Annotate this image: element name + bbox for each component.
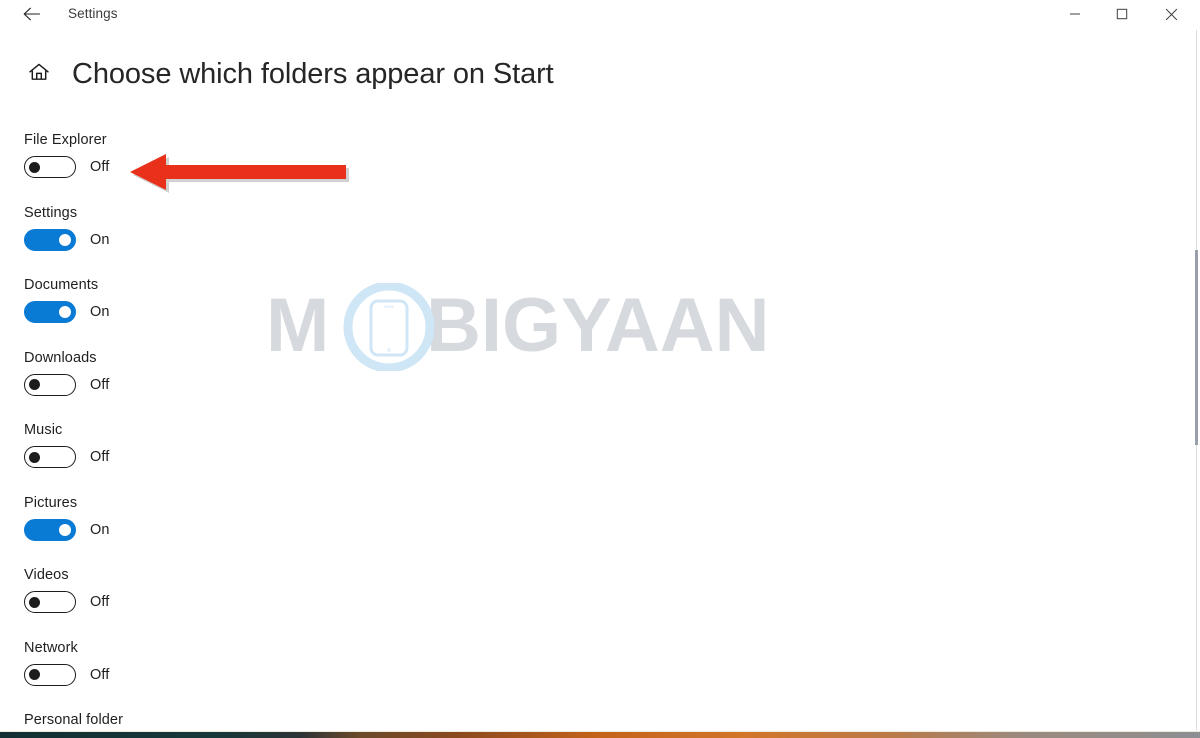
setting-row-music: Music Off (0, 408, 600, 481)
setting-label: Network (24, 639, 78, 656)
toggle-wrap: Off (24, 663, 110, 686)
setting-row-file-explorer: File Explorer Off (0, 118, 600, 191)
toggle-pictures[interactable] (24, 518, 76, 541)
toggle-wrap: Off (24, 446, 109, 468)
setting-label: Documents (24, 277, 99, 293)
page-header: Choose which folders appear on Start (0, 48, 1200, 100)
toggle-wrap: Off (24, 373, 110, 396)
settings-window: Settings Choose which folders appear on … (0, 0, 1200, 738)
toggle-network[interactable] (24, 663, 76, 686)
toggle-state-label: On (90, 521, 110, 538)
toggle-state-label: On (90, 231, 110, 248)
toggle-knob (59, 306, 71, 318)
toggle-documents[interactable] (24, 301, 76, 323)
toggle-file-explorer[interactable] (24, 156, 76, 178)
toggle-state-label: Off (90, 159, 110, 175)
close-button[interactable] (1148, 0, 1194, 28)
vertical-scrollbar-thumb[interactable] (1195, 250, 1198, 445)
setting-label: Pictures (24, 494, 78, 511)
setting-label: Music (24, 422, 63, 438)
window-title: Settings (68, 6, 118, 21)
minimize-button[interactable] (1052, 0, 1098, 28)
toggle-knob (29, 451, 40, 463)
setting-row-downloads: Downloads Off (0, 336, 600, 409)
toggle-knob (29, 669, 40, 680)
setting-row-documents: Documents On (0, 263, 600, 336)
toggle-knob (29, 379, 40, 390)
back-arrow-icon (22, 6, 42, 22)
toggle-knob (59, 523, 71, 536)
toggle-downloads[interactable] (24, 373, 76, 396)
toggle-state-label: Off (90, 376, 110, 393)
toggle-settings[interactable] (24, 228, 76, 251)
setting-label: Settings (24, 204, 78, 221)
toggle-wrap: On (24, 518, 110, 541)
title-bar: Settings (0, 0, 1200, 28)
setting-label: Personal folder (24, 712, 124, 728)
home-button[interactable] (24, 57, 54, 87)
setting-row-pictures: Pictures On (0, 481, 600, 554)
setting-label: Videos (24, 567, 69, 583)
back-button[interactable] (12, 0, 52, 28)
maximize-icon (1116, 8, 1128, 20)
toggle-state-label: Off (90, 666, 110, 683)
toggle-wrap: On (24, 301, 110, 323)
setting-label: File Explorer (24, 132, 107, 148)
setting-row-settings: Settings On (0, 191, 600, 264)
setting-row-network: Network Off (0, 626, 600, 699)
toggle-wrap: Off (24, 156, 109, 178)
settings-list: File Explorer Off Settings On Documents (0, 118, 600, 738)
home-icon (28, 62, 50, 82)
toggle-knob (59, 233, 71, 246)
toggle-knob (29, 596, 40, 608)
toggle-videos[interactable] (24, 591, 76, 613)
toggle-wrap: On (24, 228, 110, 251)
toggle-state-label: Off (90, 594, 110, 610)
desktop-wallpaper-strip (0, 732, 1200, 738)
maximize-button[interactable] (1099, 0, 1145, 28)
toggle-state-label: On (90, 304, 110, 320)
setting-label: Downloads (24, 349, 97, 366)
toggle-wrap: Off (24, 591, 109, 613)
minimize-icon (1069, 8, 1081, 20)
toggle-music[interactable] (24, 446, 76, 468)
close-icon (1165, 8, 1178, 21)
toggle-state-label: Off (90, 449, 110, 465)
toggle-knob (29, 161, 40, 173)
setting-row-videos: Videos Off (0, 553, 600, 626)
page-title: Choose which folders appear on Start (72, 58, 554, 90)
